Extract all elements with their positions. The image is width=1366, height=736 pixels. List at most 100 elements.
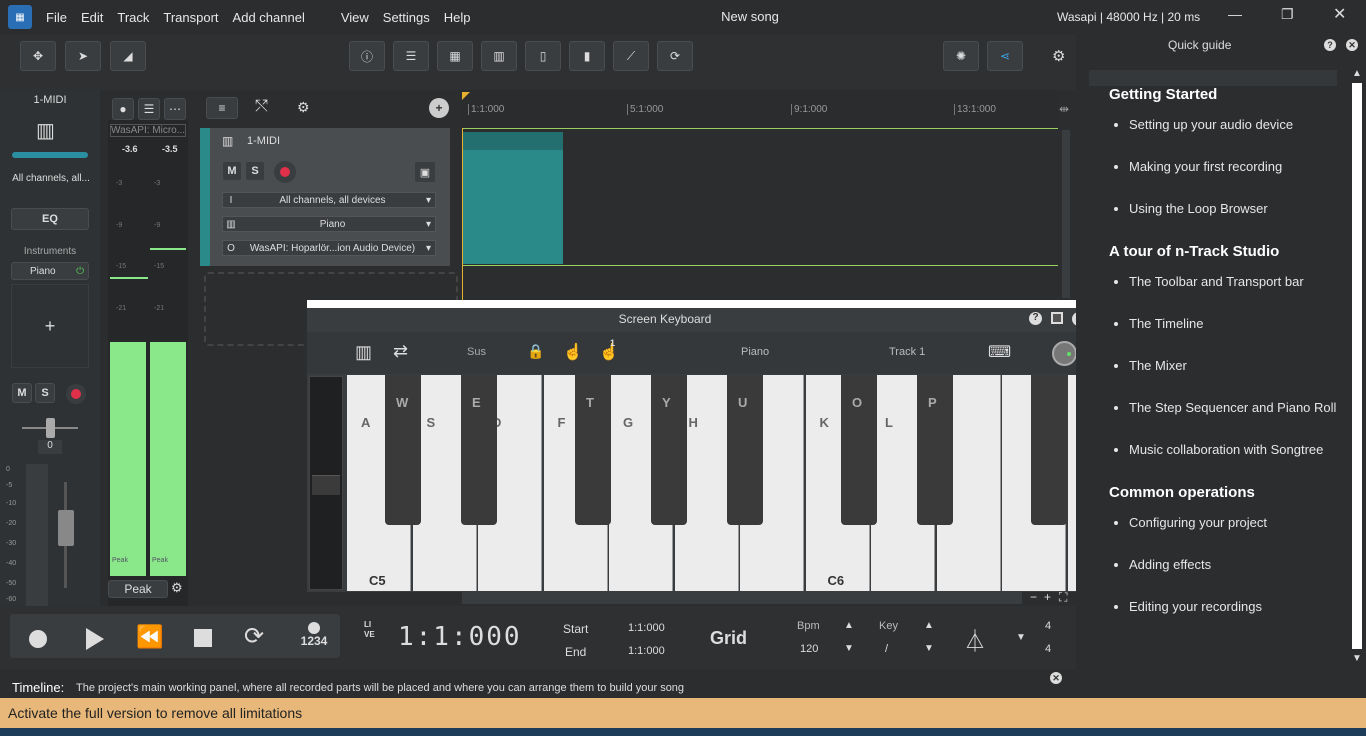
mute-button[interactable]: M <box>12 383 32 403</box>
scroll-thumb[interactable] <box>1352 83 1362 649</box>
quick-guide-help-icon[interactable]: ? <box>1324 39 1336 51</box>
meter-settings-icon[interactable]: ⚙ <box>171 580 183 596</box>
pan-knob[interactable] <box>46 418 55 438</box>
track-input-select[interactable]: I All channels, all devices ▾ <box>222 192 436 208</box>
metronome-icon[interactable]: ⏃ <box>964 624 986 656</box>
solo-button[interactable]: S <box>35 383 55 403</box>
channel-input[interactable]: All channels, all... <box>6 173 96 184</box>
track-menu-icon[interactable]: ≡ <box>206 97 238 119</box>
bpm-up-icon[interactable]: ▲ <box>844 620 854 631</box>
swap-icon[interactable]: ⇄ <box>393 341 408 362</box>
menu-add-channel[interactable]: Add channel <box>233 10 305 25</box>
track-name[interactable]: 1-MIDI <box>247 135 280 147</box>
info-close-icon[interactable]: ✕ <box>1050 672 1062 684</box>
computer-keyboard-icon[interactable]: ⌨ <box>988 342 1011 362</box>
settings-gear-icon[interactable]: ⚙ <box>1052 47 1065 65</box>
zoom-fit-icon[interactable]: ⇹ <box>1059 102 1069 116</box>
key-up-icon[interactable]: ▲ <box>924 620 934 631</box>
track-mute-button[interactable]: M <box>222 161 242 181</box>
timeline-ruler[interactable]: 1:1:000 5:1:000 9:1:000 13:1:000 <box>462 90 1058 130</box>
track-output-select[interactable]: O WasAPI: Hoparlör...ion Audio Device) ▾ <box>222 240 436 256</box>
sustain-button[interactable]: Sus <box>467 346 486 358</box>
velocity-hand-icon[interactable]: ☝ <box>563 342 583 362</box>
close-window-icon[interactable]: ✕ <box>1333 4 1346 24</box>
velocity-level-icon[interactable]: ☝ <box>599 342 619 362</box>
guide-link[interactable]: Making your first recording <box>1129 159 1337 174</box>
guide-link[interactable]: Setting up your audio device <box>1129 117 1337 132</box>
mixer-icon[interactable]: ☰ <box>393 41 429 71</box>
time-signature-top[interactable]: 4 <box>1045 620 1051 632</box>
minimize-icon[interactable]: — <box>1228 6 1242 22</box>
bpm-down-icon[interactable]: ▼ <box>844 643 854 654</box>
guide-link[interactable]: Using the Loop Browser <box>1129 201 1337 216</box>
volume-fader-knob[interactable] <box>58 510 74 546</box>
guide-link[interactable]: The Mixer <box>1129 358 1337 373</box>
list-icon[interactable]: ☰ <box>138 98 160 120</box>
metronome-dropdown-icon[interactable]: ▼ <box>1016 632 1026 643</box>
end-value[interactable]: 1:1:000 <box>628 645 665 657</box>
guide-link[interactable]: The Toolbar and Transport bar <box>1129 274 1337 289</box>
record-button-icon[interactable] <box>29 630 47 648</box>
guide-link[interactable]: Configuring your project <box>1129 515 1337 530</box>
menu-track[interactable]: Track <box>117 10 149 25</box>
record-arm-button[interactable] <box>66 384 86 404</box>
quick-guide-close-icon[interactable]: ✕ <box>1346 39 1358 51</box>
piano-roll-icon[interactable]: ▥ <box>481 41 517 71</box>
track-solo-button[interactable]: S <box>245 161 265 181</box>
menu-edit[interactable]: Edit <box>81 10 103 25</box>
menu-transport[interactable]: Transport <box>163 10 218 25</box>
key-down-icon[interactable]: ▼ <box>924 643 934 654</box>
maximize-icon[interactable]: ❐ <box>1281 6 1294 23</box>
timeline-area[interactable] <box>462 128 1058 302</box>
playhead-marker-icon[interactable] <box>462 92 470 100</box>
meter-mode-button[interactable]: Peak <box>108 580 168 598</box>
fit-icon[interactable]: ⛶ <box>1059 590 1067 605</box>
grid-button[interactable]: Grid <box>710 628 747 649</box>
volume-envelope-icon[interactable]: ◢ <box>110 41 146 71</box>
guide-link[interactable]: Adding effects <box>1129 557 1337 572</box>
lock-icon[interactable]: 🔒 <box>527 343 544 360</box>
key-value[interactable]: / <box>885 643 888 655</box>
metronome-toolbar-icon[interactable]: ▮ <box>569 41 605 71</box>
scroll-up-icon[interactable]: ▲ <box>1350 68 1364 79</box>
track-plugin-icon[interactable]: ▣ <box>414 161 436 183</box>
time-signature-bottom[interactable]: 4 <box>1045 643 1051 655</box>
midi-clip[interactable] <box>462 132 563 264</box>
zoom-out-icon[interactable]: − <box>1030 590 1037 604</box>
guide-link[interactable]: The Step Sequencer and Piano Roll <box>1129 400 1337 415</box>
keyboard-instrument[interactable]: Piano <box>741 346 769 358</box>
add-track-icon[interactable]: + <box>429 98 449 118</box>
track-record-button[interactable] <box>274 161 296 183</box>
timeline-horizontal-scrollbar[interactable] <box>462 592 1022 604</box>
menu-help[interactable]: Help <box>444 10 471 25</box>
loop-button-icon[interactable]: ⟳ <box>244 622 264 651</box>
zoom-in-icon[interactable]: + <box>1044 590 1051 604</box>
activation-banner[interactable]: Activate the full version to remove all … <box>0 698 1366 728</box>
select-tool-icon[interactable]: ➤ <box>65 41 101 71</box>
pitch-wheel[interactable] <box>309 376 343 590</box>
track-settings-icon[interactable]: ⚙ <box>297 99 310 116</box>
keyboard-help-icon[interactable]: ? <box>1029 312 1042 325</box>
time-counter[interactable]: 1:1:000 <box>398 622 522 652</box>
stop-button-icon[interactable] <box>194 629 212 647</box>
info-icon[interactable]: ⓘ <box>349 41 385 71</box>
pitch-wheel-handle[interactable] <box>312 475 340 495</box>
tuner-icon[interactable]: ▯ <box>525 41 561 71</box>
track-instrument-select[interactable]: ▥ Piano ▾ <box>222 216 436 232</box>
keyboard-maximize-icon[interactable] <box>1051 312 1063 324</box>
rewind-button-icon[interactable]: ⏪ <box>136 624 163 650</box>
share-icon[interactable]: ⋖ <box>987 41 1023 71</box>
routing-icon[interactable]: ⤲ <box>255 98 268 116</box>
timeline-vertical-scrollbar[interactable] <box>1060 128 1072 306</box>
quick-guide-scrollbar[interactable]: ▲ ▼ <box>1350 68 1364 690</box>
add-instrument-button[interactable]: + <box>11 284 89 368</box>
step-sequencer-icon[interactable]: ▦ <box>437 41 473 71</box>
sync-icon[interactable]: ⟳ <box>657 41 693 71</box>
move-tool-icon[interactable]: ✥ <box>20 41 56 71</box>
scroll-down-icon[interactable]: ▼ <box>1350 653 1364 664</box>
black-key[interactable] <box>1031 375 1067 525</box>
keyboard-layout-icon[interactable]: ▥ <box>355 342 372 363</box>
count-in-button[interactable]: 1234 <box>294 620 334 656</box>
meter-device[interactable]: WasAPI: Micro... <box>110 124 186 137</box>
power-icon[interactable]: ⏻ <box>76 266 84 277</box>
